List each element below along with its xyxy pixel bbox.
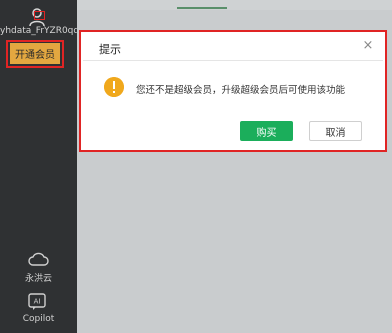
sidebar: yhdata_FrYZR0qq 开通会员 永洪云 AI Copilot: [0, 0, 77, 333]
cloud-label[interactable]: 永洪云: [0, 271, 77, 284]
dialog-header: 提示 ×: [83, 34, 383, 61]
main-header-strip: [77, 0, 392, 10]
vip-badge-highlight: [34, 11, 45, 20]
username: yhdata_FrYZR0qq: [0, 26, 77, 36]
buy-button[interactable]: 购买: [240, 121, 293, 141]
info-icon: [104, 77, 124, 97]
open-vip-button[interactable]: 开通会员: [10, 43, 60, 64]
cancel-button[interactable]: 取消: [309, 121, 362, 141]
close-icon[interactable]: ×: [361, 39, 375, 53]
svg-text:AI: AI: [34, 298, 41, 306]
copilot-icon[interactable]: AI: [28, 293, 46, 311]
dialog-message: 您还不是超级会员，升级超级会员后可使用该功能: [136, 85, 346, 96]
dialog-title: 提示: [99, 43, 121, 56]
copilot-label[interactable]: Copilot: [0, 314, 77, 324]
active-tab-indicator: [177, 7, 227, 9]
cloud-icon[interactable]: [27, 251, 49, 267]
dialog: 提示 × 您还不是超级会员，升级超级会员后可使用该功能 购买 取消: [79, 30, 387, 152]
